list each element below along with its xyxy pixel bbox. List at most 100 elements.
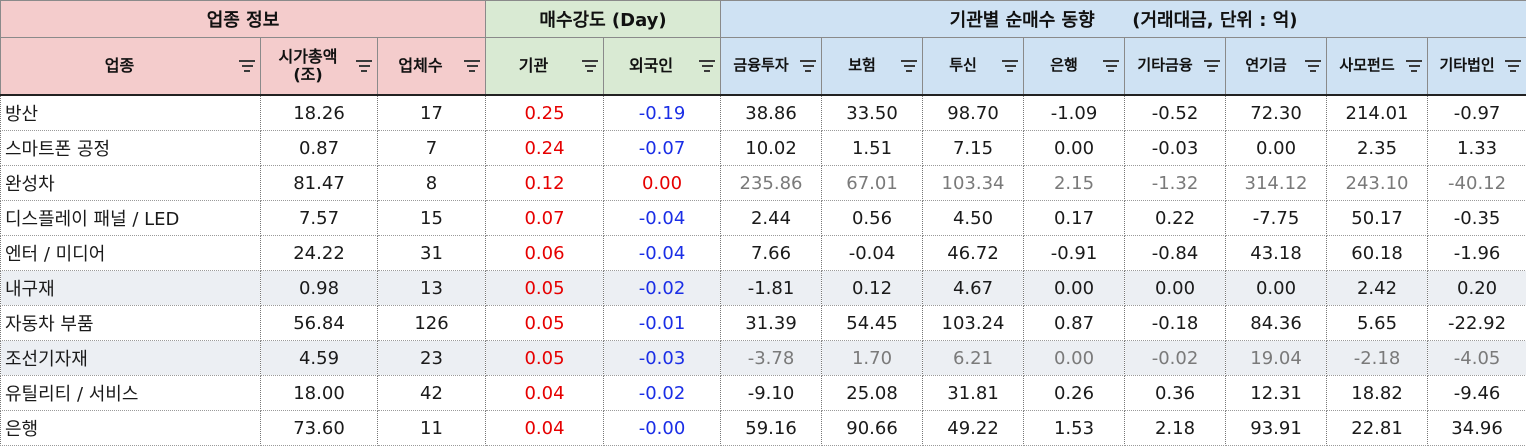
- col-header-foreign[interactable]: 외국인: [604, 38, 721, 96]
- filter-icon[interactable]: [1102, 58, 1120, 74]
- sector-name: 스마트폰 공정: [1, 131, 261, 166]
- bank-cell: 0.26: [1024, 376, 1125, 411]
- inst-strength-cell: 0.05: [486, 306, 604, 341]
- pension-cell: 93.91: [1226, 411, 1327, 446]
- private-fund-cell: 214.01: [1327, 95, 1428, 131]
- companies-cell: 8: [378, 166, 486, 201]
- private-fund-cell: 243.10: [1327, 166, 1428, 201]
- pension-cell: 12.31: [1226, 376, 1327, 411]
- market-cap-cell: 24.22: [261, 236, 378, 271]
- filter-icon[interactable]: [238, 58, 256, 74]
- group-header-row: 업종 정보 매수강도 (Day) 기관별 순매수 동향 (거래대금, 단위 : …: [1, 1, 1526, 38]
- filter-icon[interactable]: [463, 58, 481, 74]
- market-cap-cell: 81.47: [261, 166, 378, 201]
- sector-name: 조선기자재: [1, 341, 261, 376]
- inst-strength-cell: 0.05: [486, 271, 604, 306]
- bank-cell: 0.87: [1024, 306, 1125, 341]
- companies-cell: 23: [378, 341, 486, 376]
- foreign-strength-cell: -0.04: [604, 236, 721, 271]
- filter-icon[interactable]: [900, 58, 918, 74]
- sector-name: 엔터 / 미디어: [1, 236, 261, 271]
- filter-icon[interactable]: [1405, 58, 1423, 74]
- inst-strength-cell: 0.06: [486, 236, 604, 271]
- filter-icon[interactable]: [1504, 58, 1522, 74]
- trust-cell: 6.21: [923, 341, 1024, 376]
- foreign-strength-cell: 0.00: [604, 166, 721, 201]
- col-header-pension[interactable]: 연기금: [1226, 38, 1327, 96]
- insurance-cell: -0.04: [822, 236, 923, 271]
- sector-name: 자동차 부품: [1, 306, 261, 341]
- foreign-strength-cell: -0.03: [604, 341, 721, 376]
- table-row[interactable]: 은행 73.60 11 0.04 -0.00 59.16 90.66 49.22…: [1, 411, 1526, 446]
- col-header-inst[interactable]: 기관: [486, 38, 604, 96]
- table-row[interactable]: 스마트폰 공정 0.87 7 0.24 -0.07 10.02 1.51 7.1…: [1, 131, 1526, 166]
- bank-cell: 1.53: [1024, 411, 1125, 446]
- market-cap-cell: 4.59: [261, 341, 378, 376]
- other-finance-cell: 0.00: [1125, 271, 1226, 306]
- pension-cell: 0.00: [1226, 271, 1327, 306]
- other-finance-cell: 2.18: [1125, 411, 1226, 446]
- companies-cell: 7: [378, 131, 486, 166]
- trust-cell: 103.24: [923, 306, 1024, 341]
- col-header-other-corp[interactable]: 기타법인: [1428, 38, 1526, 96]
- finance-cell: 2.44: [721, 201, 822, 236]
- other-corp-cell: -9.46: [1428, 376, 1526, 411]
- finance-cell: -9.10: [721, 376, 822, 411]
- finance-cell: 59.16: [721, 411, 822, 446]
- insurance-cell: 1.51: [822, 131, 923, 166]
- table-row[interactable]: 디스플레이 패널 / LED 7.57 15 0.07 -0.04 2.44 0…: [1, 201, 1526, 236]
- trust-cell: 46.72: [923, 236, 1024, 271]
- companies-cell: 17: [378, 95, 486, 131]
- market-cap-cell: 7.57: [261, 201, 378, 236]
- filter-icon[interactable]: [1304, 58, 1322, 74]
- trust-cell: 103.34: [923, 166, 1024, 201]
- col-header-finance[interactable]: 금융투자: [721, 38, 822, 96]
- private-fund-cell: -2.18: [1327, 341, 1428, 376]
- pension-cell: 43.18: [1226, 236, 1327, 271]
- table-row[interactable]: 자동차 부품 56.84 126 0.05 -0.01 31.39 54.45 …: [1, 306, 1526, 341]
- filter-icon[interactable]: [799, 58, 817, 74]
- filter-icon[interactable]: [1001, 58, 1019, 74]
- filter-icon[interactable]: [698, 58, 716, 74]
- market-cap-cell: 56.84: [261, 306, 378, 341]
- pension-cell: 0.00: [1226, 131, 1327, 166]
- bank-cell: 0.00: [1024, 131, 1125, 166]
- insurance-cell: 1.70: [822, 341, 923, 376]
- table-row[interactable]: 방산 18.26 17 0.25 -0.19 38.86 33.50 98.70…: [1, 95, 1526, 131]
- table-row[interactable]: 내구재 0.98 13 0.05 -0.02 -1.81 0.12 4.67 0…: [1, 271, 1526, 306]
- table-row[interactable]: 유틸리티 / 서비스 18.00 42 0.04 -0.02 -9.10 25.…: [1, 376, 1526, 411]
- trust-cell: 4.50: [923, 201, 1024, 236]
- other-corp-cell: 34.96: [1428, 411, 1526, 446]
- col-header-private-fund[interactable]: 사모펀드: [1327, 38, 1428, 96]
- col-header-insurance[interactable]: 보험: [822, 38, 923, 96]
- col-header-other-finance[interactable]: 기타금융: [1125, 38, 1226, 96]
- private-fund-cell: 2.35: [1327, 131, 1428, 166]
- insurance-cell: 67.01: [822, 166, 923, 201]
- table-row[interactable]: 엔터 / 미디어 24.22 31 0.06 -0.04 7.66 -0.04 …: [1, 236, 1526, 271]
- insurance-cell: 25.08: [822, 376, 923, 411]
- col-header-market-cap[interactable]: 시가총액 (조): [261, 38, 378, 96]
- foreign-strength-cell: -0.01: [604, 306, 721, 341]
- filter-icon[interactable]: [581, 58, 599, 74]
- other-corp-cell: 1.33: [1428, 131, 1526, 166]
- table-row[interactable]: 완성차 81.47 8 0.12 0.00 235.86 67.01 103.3…: [1, 166, 1526, 201]
- other-corp-cell: -0.35: [1428, 201, 1526, 236]
- filter-icon[interactable]: [355, 58, 373, 74]
- pension-cell: -7.75: [1226, 201, 1327, 236]
- col-header-companies[interactable]: 업체수: [378, 38, 486, 96]
- market-cap-cell: 73.60: [261, 411, 378, 446]
- foreign-strength-cell: -0.07: [604, 131, 721, 166]
- insurance-cell: 54.45: [822, 306, 923, 341]
- foreign-strength-cell: -0.04: [604, 201, 721, 236]
- group-header-info: 업종 정보: [1, 1, 486, 38]
- trust-cell: 31.81: [923, 376, 1024, 411]
- other-finance-cell: 0.36: [1125, 376, 1226, 411]
- insurance-cell: 33.50: [822, 95, 923, 131]
- filter-icon[interactable]: [1203, 58, 1221, 74]
- other-corp-cell: -40.12: [1428, 166, 1526, 201]
- other-corp-cell: -4.05: [1428, 341, 1526, 376]
- col-header-trust[interactable]: 투신: [923, 38, 1024, 96]
- col-header-sector[interactable]: 업종: [1, 38, 261, 96]
- col-header-bank[interactable]: 은행: [1024, 38, 1125, 96]
- table-row[interactable]: 조선기자재 4.59 23 0.05 -0.03 -3.78 1.70 6.21…: [1, 341, 1526, 376]
